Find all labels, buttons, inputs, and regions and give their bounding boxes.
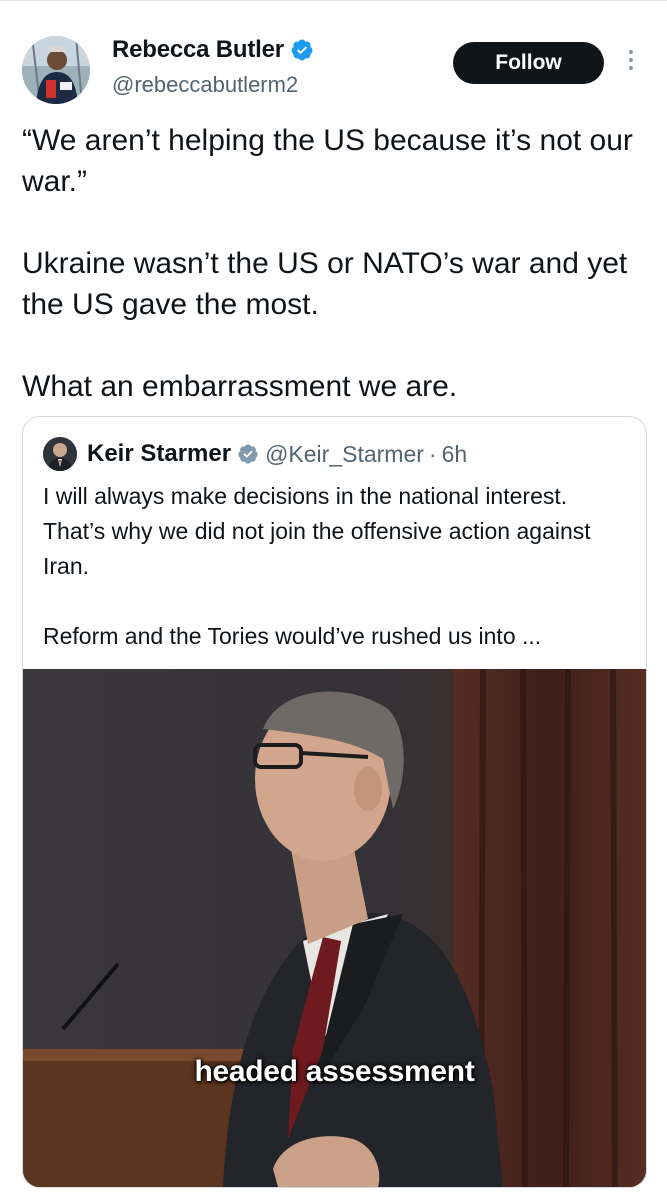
verified-badge-icon [238, 444, 258, 464]
author-name[interactable]: Rebecca Butler [112, 36, 284, 64]
quote-video-media[interactable]: headed assessment [23, 669, 646, 1187]
quote-author-handle[interactable]: @Keir_Starmer [265, 441, 424, 468]
tweet-paragraph: Ukraine wasn’t the US or NATO’s war and … [22, 247, 628, 321]
author-handle[interactable]: @rebeccabutlerm2 [112, 72, 298, 98]
more-options-icon[interactable] [624, 48, 638, 76]
tweet-paragraph: What an embarrassment we are. [22, 370, 458, 403]
quote-paragraph: I will always make decisions in the nati… [43, 483, 591, 579]
follow-button[interactable]: Follow [453, 42, 604, 84]
quote-paragraph: Reform and the Tories would’ve rushed us… [43, 623, 542, 649]
video-frame-image [23, 669, 646, 1187]
author-avatar[interactable] [22, 36, 90, 104]
tweet-text: “We aren’t helping the US because it’s n… [22, 120, 642, 407]
quote-text: I will always make decisions in the nati… [43, 479, 633, 654]
quote-author-name[interactable]: Keir Starmer [87, 440, 231, 468]
quote-separator: · [428, 440, 437, 467]
top-divider [0, 0, 667, 1]
verified-badge-icon [291, 39, 313, 61]
quote-author-avatar[interactable] [43, 437, 77, 471]
video-caption: headed assessment [194, 1055, 475, 1088]
quote-header: Keir Starmer @Keir_Starmer · 6h [43, 437, 467, 471]
tweet-paragraph: “We aren’t helping the US because it’s n… [22, 124, 633, 198]
quote-timestamp[interactable]: 6h [442, 441, 468, 468]
quote-tweet-card[interactable]: Keir Starmer @Keir_Starmer · 6h I will a… [22, 416, 647, 1188]
